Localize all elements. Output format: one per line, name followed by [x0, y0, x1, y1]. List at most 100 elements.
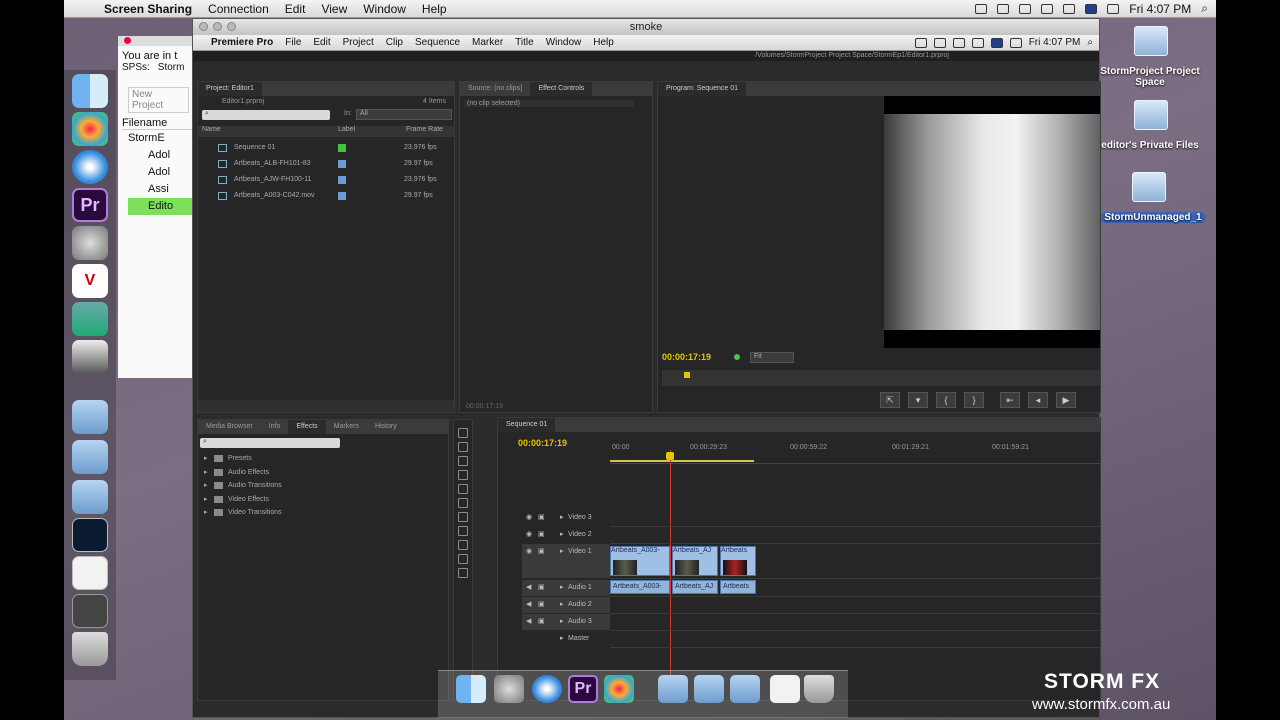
tab-program[interactable]: Program: Sequence 01 [658, 82, 746, 96]
in-filter-select[interactable]: All [356, 109, 452, 120]
bg-row-selected[interactable]: Edito [128, 198, 195, 215]
tab-effects[interactable]: Effects [288, 420, 326, 434]
effects-folder[interactable]: ▸ Presets [198, 452, 448, 465]
eye-icon[interactable]: ◉ [526, 527, 532, 543]
track-lane[interactable] [610, 613, 1100, 614]
lock-icon[interactable]: ▣ [538, 597, 545, 613]
effects-folder[interactable]: ▸ Audio Effects [198, 466, 448, 479]
disclosure-triangle-icon[interactable]: ▸ [560, 614, 564, 630]
desktop-label-private-files[interactable]: editor's Private Files [1098, 140, 1202, 151]
timeline-ruler[interactable]: 00:00 00:00:29:23 00:00:59:22 00:01:29:2… [610, 440, 1100, 464]
export-frame-icon[interactable]: ⇱ [880, 392, 900, 408]
lock-icon[interactable]: ▣ [538, 614, 545, 630]
flag-icon[interactable] [1085, 3, 1098, 14]
tab-history[interactable]: History [367, 420, 405, 434]
downloads-folder-icon[interactable] [730, 675, 760, 703]
program-scrubber[interactable] [662, 370, 1100, 386]
tab-project[interactable]: Project: Editor1 [198, 82, 262, 96]
pen-tool-icon[interactable] [458, 540, 468, 550]
track-header[interactable]: ◉ ▣ ▸ Video 1 [522, 544, 610, 578]
track-header[interactable]: ◀ ▣ ▸ Audio 1 [522, 580, 610, 596]
track-lane[interactable] [610, 543, 1100, 544]
system-preferences-icon[interactable] [72, 226, 108, 260]
time-machine-icon[interactable] [997, 3, 1010, 14]
eye-icon[interactable]: ◉ [526, 510, 532, 526]
volume-icon[interactable] [971, 37, 984, 48]
minimize-button[interactable] [213, 22, 222, 31]
video-clip[interactable]: Artbeats_AJ [672, 546, 718, 576]
speaker-icon[interactable]: ◀ [526, 597, 531, 613]
hand-tool-icon[interactable] [458, 554, 468, 564]
applications-folder-icon[interactable] [658, 675, 688, 703]
menu-edit[interactable]: Edit [307, 37, 336, 48]
applications-folder-icon[interactable] [72, 400, 108, 434]
eye-icon[interactable]: ◉ [526, 544, 532, 560]
zoom-tool-icon[interactable] [458, 568, 468, 578]
track-lane[interactable] [610, 578, 1100, 579]
col-label[interactable]: Label [338, 126, 355, 133]
rate-stretch-tool-icon[interactable] [458, 484, 468, 494]
volume-icon[interactable] [1063, 3, 1076, 14]
tab-media-browser[interactable]: Media Browser [198, 420, 261, 434]
go-to-in-icon[interactable]: ⇤ [1000, 392, 1020, 408]
menu-connection[interactable]: Connection [200, 2, 277, 16]
track-header[interactable]: ◉ ▣ ▸ Video 3 [522, 510, 610, 526]
window-titlebar[interactable]: smoke [193, 19, 1099, 35]
track-lane[interactable] [610, 630, 1100, 631]
tab-info[interactable]: Info [261, 420, 289, 434]
rolling-edit-tool-icon[interactable] [458, 470, 468, 480]
disclosure-triangle-icon[interactable]: ▸ [560, 580, 564, 596]
slide-tool-icon[interactable] [458, 526, 468, 536]
screen-thumbnail-icon[interactable] [72, 518, 108, 552]
menu-premiere-pro[interactable]: Premiere Pro [205, 37, 279, 48]
drive-icon[interactable] [1132, 172, 1166, 202]
razor-tool-icon[interactable] [458, 498, 468, 508]
finder-icon[interactable] [72, 74, 108, 108]
menu-sequence[interactable]: Sequence [409, 37, 466, 48]
project-item[interactable]: Artbeats_ALB-FH101-83 29.97 fps [198, 156, 454, 172]
preview-icon[interactable] [72, 302, 108, 336]
speaker-icon[interactable]: ◀ [526, 614, 531, 630]
track-lane[interactable] [610, 647, 1100, 648]
disclosure-triangle-icon[interactable]: ▸ [204, 506, 208, 519]
marker-icon[interactable]: ▾ [908, 392, 928, 408]
track-header[interactable]: ◀ ▣ ▸ Audio 2 [522, 597, 610, 613]
bg-row[interactable]: Adol [128, 147, 195, 164]
menu-window[interactable]: Window [355, 2, 414, 16]
battery-icon[interactable] [1107, 3, 1120, 14]
selection-tool-icon[interactable] [458, 428, 468, 438]
tab-source[interactable]: Source: (no clips) [460, 82, 530, 96]
menu-window[interactable]: Window [540, 37, 588, 48]
disclosure-triangle-icon[interactable]: ▸ [560, 527, 564, 543]
audio-clip[interactable]: Artbeats_AJ [672, 580, 718, 594]
effects-folder[interactable]: ▸ Video Effects [198, 493, 448, 506]
menu-screen-sharing[interactable]: Screen Sharing [96, 2, 200, 16]
wifi-icon[interactable] [952, 37, 965, 48]
menu-project[interactable]: Project [337, 37, 380, 48]
effects-search-input[interactable]: ⌕ [200, 438, 340, 448]
menu-file[interactable]: File [279, 37, 307, 48]
menu-title[interactable]: Title [509, 37, 540, 48]
tab-effect-controls[interactable]: Effect Controls [530, 82, 593, 96]
disclosure-triangle-icon[interactable]: ▸ [560, 510, 564, 526]
window-stack-icon[interactable] [72, 594, 108, 628]
track-header[interactable]: ◀ ▣ ▸ Audio 3 [522, 614, 610, 630]
menu-clip[interactable]: Clip [380, 37, 409, 48]
bg-row[interactable]: StormE [128, 130, 195, 147]
video-clip[interactable]: Artbeats [720, 546, 756, 576]
menu-view[interactable]: View [313, 2, 355, 16]
track-lane[interactable] [610, 526, 1100, 527]
system-preferences-icon[interactable] [494, 675, 524, 703]
play-icon[interactable]: ▶ [1056, 392, 1076, 408]
disclosure-triangle-icon[interactable]: ▸ [560, 544, 564, 560]
documents-folder-icon[interactable] [694, 675, 724, 703]
desktop-label-project-space[interactable]: StormProject Project Space [1098, 66, 1202, 88]
disclosure-triangle-icon[interactable]: ▸ [204, 493, 208, 506]
project-item[interactable]: Sequence 01 23.976 fps [198, 140, 454, 156]
project-search-input[interactable]: ⌕ [202, 110, 330, 120]
col-name[interactable]: Name [202, 126, 221, 133]
speaker-icon[interactable]: ◀ [526, 580, 531, 596]
audio-clip[interactable]: Artbeats_A003- [610, 580, 670, 594]
menu-marker[interactable]: Marker [466, 37, 509, 48]
menu-help[interactable]: Help [587, 37, 620, 48]
